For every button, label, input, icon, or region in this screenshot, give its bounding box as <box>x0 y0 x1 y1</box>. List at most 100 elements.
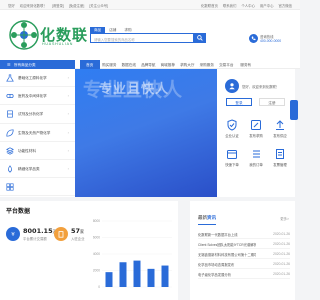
hero-banner[interactable]: 专业且快人 专业且快人 <box>75 69 217 197</box>
logo-icon[interactable] <box>8 19 40 51</box>
news-item-title: 化数联新一代数据平台上线 <box>198 233 238 237</box>
leaf-icon <box>6 129 14 137</box>
beaker-icon <box>7 110 13 118</box>
hotline: 咨询热线 400-000-0000 <box>249 34 281 48</box>
login-link[interactable]: [请登录] <box>52 4 64 8</box>
news-panel: 最新资讯 更多> 化数联新一代数据平台上线 2020-01-26 Client … <box>190 201 295 300</box>
calendar-icon <box>227 150 237 159</box>
user-center-link[interactable]: 用户中心 <box>260 4 274 8</box>
sidebar-item-fine-chemicals[interactable]: 精细化学品类 › <box>0 160 75 179</box>
register-button[interactable]: 注册 <box>259 98 285 106</box>
search-input[interactable]: 请输入您要搜索的商品名称 <box>90 33 194 43</box>
nav-item-brands[interactable]: 品牌导航 <box>139 60 159 69</box>
category-sidebar: 基础化工原料化学 › 医药及中间体化学 › 试剂及分析化学 › 生物及天然产物化… <box>0 69 75 197</box>
sidebar-item-reagents[interactable]: 试剂及分析化学 › <box>0 105 75 124</box>
platform-stats: 平台数据 ¥ 8001.15万元 平台累计交易额 57家 入驻企业 8000 60… <box>0 201 178 300</box>
nav-item-trading[interactable]: 交易平台 <box>217 60 237 69</box>
avatar <box>225 79 239 93</box>
news-item-title: Client Solves团队太阳能IYTCR光谱解析项目 <box>198 243 256 247</box>
menu-icon: ☰ <box>7 62 11 67</box>
nav-item-home[interactable]: 首页 <box>80 60 100 69</box>
quick-action-certify[interactable]: 企业认证 <box>220 116 244 142</box>
news-item[interactable]: Client Solves团队太阳能IYTCR光谱解析项目 2020-01-26 <box>198 241 290 249</box>
search-button[interactable] <box>194 33 206 43</box>
sidebar-item-basic-chemicals[interactable]: 基础化工原料化学 › <box>0 69 75 88</box>
sidebar-item-pharma[interactable]: 医药及中间体化学 › <box>0 87 75 106</box>
contact-link[interactable]: 联系我们 <box>223 4 237 8</box>
news-item-title: 电子级化学品发展分析 <box>198 273 231 277</box>
building-icon <box>54 227 68 241</box>
sidebar-item-label: 功能性材料 <box>18 148 36 153</box>
chart-bar <box>147 268 155 287</box>
news-item[interactable]: 化数联新一代数据平台上线 2020-01-26 <box>198 231 290 239</box>
welcome-text: 欢迎来到化数联！ <box>19 4 47 8</box>
header: 化数联 HUASHULIAN 商品 店铺 求购 请输入您要搜索的商品名称 咨询热… <box>0 10 300 60</box>
chevron-right-icon: › <box>67 147 69 153</box>
greeting: 您好 <box>8 4 15 8</box>
stats-title: 平台数据 <box>6 208 31 215</box>
news-item[interactable]: 无锡鑫德新材料科技有限公司第十二期项目 2020-01-26 <box>198 251 290 259</box>
nav-item-more[interactable]: 服务有 <box>236 60 256 69</box>
news-item-date: 2020-01-26 <box>273 232 290 236</box>
top-bar: 您好 欢迎来到化数联！ [请登录] [免费注册] [关注公众号] 化数联首页 联… <box>0 0 300 10</box>
news-item-date: 2020-01-26 <box>273 252 290 256</box>
nav-items: 首页 购买服务 数据在线 品牌导航 商城推荐 求购大厅 采购服务 交易平台 服务… <box>80 60 256 69</box>
stat-value: 57家 <box>71 227 85 235</box>
nav-item-services[interactable]: 购买服务 <box>100 60 120 69</box>
register-link[interactable]: [免费注册] <box>69 4 84 8</box>
top-bar-left: 您好 欢迎来到化数联！ [请登录] [免费注册] [关注公众号] <box>6 3 110 8</box>
top-bar-right: 化数联首页 联系我们 个人中心 用户中心 官方微信 <box>199 3 294 8</box>
chevron-right-icon: › <box>67 93 69 99</box>
news-item[interactable]: 化学品市场动态周报发布 2020-01-26 <box>198 261 290 269</box>
stats-bar-chart: 8000 6000 4000 2000 0 <box>93 219 172 289</box>
quick-action-my-orders[interactable]: 我的订单 <box>244 145 268 171</box>
quick-action-fast-order[interactable]: 快速下单 <box>220 145 244 171</box>
sidebar-item-other[interactable] <box>0 178 75 197</box>
quick-action-label: 发布求购 <box>249 134 263 138</box>
nav-item-data[interactable]: 数据在线 <box>119 60 139 69</box>
welcome-message: 您好，欢迎来到化数联！ <box>242 85 280 89</box>
chevron-right-icon: › <box>67 111 69 117</box>
y-tick-label: 4000 <box>93 252 100 256</box>
y-tick-label: 6000 <box>93 236 100 240</box>
quick-actions: 企业认证 发布求购 发布供应 快速下单 我的订单 发票管理 <box>220 116 292 171</box>
quick-action-label: 发票管理 <box>273 163 287 167</box>
chart-bar <box>105 272 113 287</box>
upload-icon <box>276 120 284 130</box>
news-more-link[interactable]: 更多> <box>280 216 289 221</box>
banner-headline-overlay: 专业且快人 <box>99 82 170 97</box>
stat-transaction: ¥ 8001.15万元 平台累计交易额 <box>6 227 61 241</box>
y-tick-label: 0 <box>98 285 100 289</box>
news-item[interactable]: 电子级化学品发展分析 2020-01-26 <box>198 271 290 279</box>
y-tick-label: 2000 <box>93 269 100 273</box>
drop-icon <box>8 165 12 173</box>
news-item-date: 2020-01-26 <box>273 242 290 246</box>
nav-item-purchase-hall[interactable]: 求购大厅 <box>178 60 198 69</box>
money-icon: ¥ <box>6 227 20 241</box>
main-nav: ☰ 所有商品分类 首页 购买服务 数据在线 品牌导航 商城推荐 求购大厅 采购服… <box>0 60 300 69</box>
home-link[interactable]: 化数联首页 <box>201 4 218 8</box>
back-to-top-button[interactable] <box>290 100 298 120</box>
quick-action-post-purchase[interactable]: 发布求购 <box>244 116 268 142</box>
all-categories-button[interactable]: ☰ 所有商品分类 <box>0 60 75 69</box>
wechat-link[interactable]: 官方微信 <box>278 4 292 8</box>
quick-action-invoices[interactable]: 发票管理 <box>268 145 292 171</box>
login-button[interactable]: 登录 <box>226 98 252 106</box>
quick-action-post-supply[interactable]: 发布供应 <box>268 116 292 142</box>
sidebar-item-materials[interactable]: 功能性材料 › <box>0 142 75 160</box>
sidebar-item-label: 精细化学品类 <box>18 166 40 171</box>
personal-center-link[interactable]: 个人中心 <box>241 4 255 8</box>
pill-icon <box>6 94 14 99</box>
flask-icon <box>6 74 14 82</box>
nav-item-procurement[interactable]: 采购服务 <box>197 60 217 69</box>
chevron-right-icon: › <box>67 165 69 171</box>
user-panel: 您好，欢迎来到化数联！ 登录 注册 企业认证 发布求购 发布供应 快速下单 我的… <box>217 69 295 197</box>
sidebar-item-label: 生物及天然产物化学 <box>18 130 51 135</box>
follow-link[interactable]: [关注公众号] <box>89 4 108 8</box>
nav-item-mall[interactable]: 商城推荐 <box>158 60 178 69</box>
sidebar-item-bio[interactable]: 生物及天然产物化学 › <box>0 124 75 142</box>
edit-icon <box>251 120 261 130</box>
all-categories-label: 所有商品分类 <box>14 62 36 67</box>
user-icon <box>229 83 235 90</box>
invoice-icon <box>276 149 284 159</box>
